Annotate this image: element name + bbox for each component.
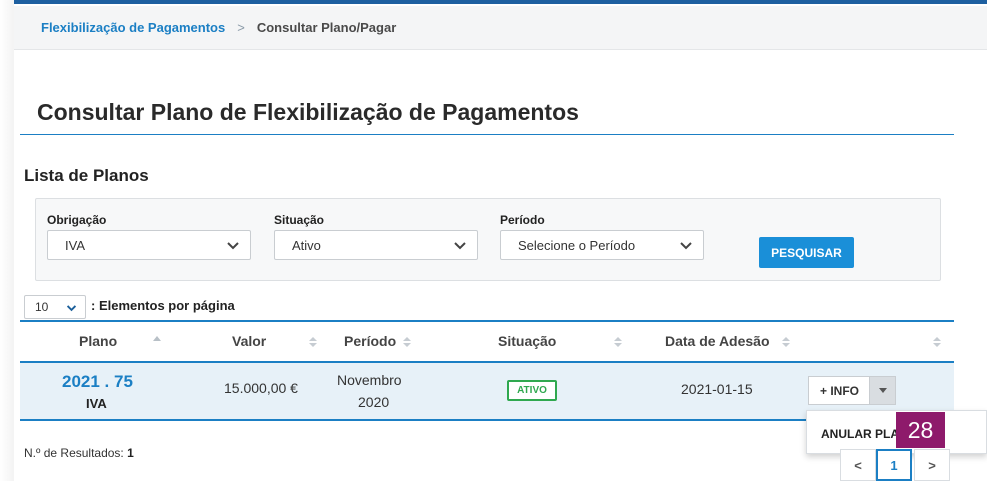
column-header-data-adesao[interactable]: Data de Adesão [665,333,770,349]
obrigacao-label: Obrigação [47,213,107,227]
periodo-select[interactable]: Selecione o Período [500,230,704,260]
sort-icon[interactable] [933,336,941,348]
chevron-down-icon [66,305,77,312]
periodo-select-value: Selecione o Período [518,237,636,253]
valor-cell: 15.000,00 € [224,380,298,396]
results-count: N.º de Resultados: 1 [24,446,134,460]
pager-prev-button[interactable]: < [840,449,876,481]
annotation-badge: 28 [896,412,945,448]
more-info-button[interactable]: + INFO [808,376,870,405]
situacao-select-value: Ativo [292,237,321,253]
column-header-valor[interactable]: Valor [232,333,266,349]
pager-next-button[interactable]: > [914,449,950,481]
obrigacao-select-value: IVA [65,237,85,253]
menu-item-anular-plano[interactable]: ANULAR PLANO [821,427,901,441]
plano-obrigacao: IVA [86,396,107,411]
situacao-select[interactable]: Ativo [274,230,478,260]
actions-dropdown-button[interactable] [869,376,896,405]
status-badge: ATIVO [507,380,557,401]
column-header-situacao[interactable]: Situação [498,333,556,349]
plano-number-link[interactable]: 2021 . 75 [62,372,133,392]
obrigacao-select[interactable]: IVA [47,230,251,260]
sort-icon[interactable] [309,336,317,348]
section-title: Lista de Planos [24,166,149,185]
search-button[interactable]: PESQUISAR [759,237,854,268]
left-gutter [0,0,14,481]
page-size-select[interactable]: 10 [24,295,86,319]
breadcrumb-current: Consultar Plano/Pagar [256,20,397,35]
results-label: N.º de Resultados: [24,446,124,460]
chevron-down-icon [454,242,466,250]
sort-icon[interactable] [782,336,790,348]
periodo-cell-year: 2020 [358,394,390,410]
pager-page-button[interactable]: 1 [876,449,912,481]
periodo-cell-month: Novembro [337,372,402,388]
page-size-label: : Elementos por página [91,298,235,313]
caret-down-icon [878,388,887,393]
chevron-down-icon [227,242,239,250]
title-divider [20,134,954,135]
column-header-periodo[interactable]: Período [344,333,396,349]
chevron-down-icon [680,242,692,250]
table-top-divider [20,320,954,322]
sort-icon[interactable] [403,336,411,348]
sort-asc-icon[interactable] [153,335,161,347]
breadcrumb: Flexibilização de Pagamentos > Consultar… [14,6,987,50]
situacao-label: Situação [274,213,325,227]
data-adesao-cell: 2021-01-15 [681,381,753,397]
page-title: Consultar Plano de Flexibilização de Pag… [37,99,579,125]
breadcrumb-link-flexibilizacao[interactable]: Flexibilização de Pagamentos [41,20,225,35]
breadcrumb-separator: > [237,20,245,35]
sort-icon[interactable] [614,336,622,348]
results-value: 1 [127,446,134,460]
periodo-label: Período [500,213,545,227]
page-size-value: 10 [35,300,49,314]
column-header-plano[interactable]: Plano [79,333,117,349]
